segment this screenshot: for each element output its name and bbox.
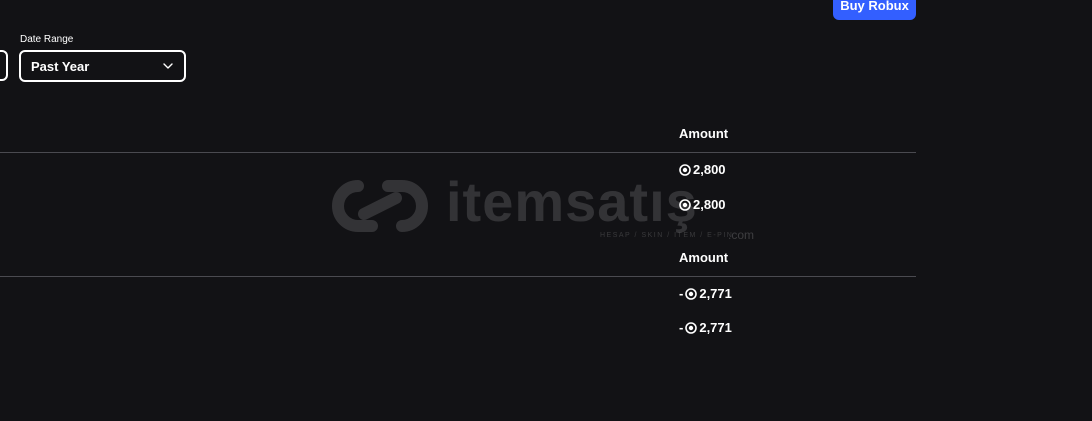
- table-row: 2,800: [679, 197, 726, 212]
- robux-icon: [679, 163, 691, 176]
- transaction-type-dropdown[interactable]: [0, 50, 8, 81]
- buy-robux-label: Buy Robux: [840, 0, 909, 13]
- transactions-page: Buy Robux Date Range Past Year itemsatış…: [0, 0, 1092, 421]
- robux-icon: [679, 198, 691, 211]
- amount-value: 2,771: [699, 320, 732, 335]
- amount-sign: -: [679, 320, 684, 335]
- table-row: 2,800: [679, 162, 726, 177]
- date-range-label: Date Range: [20, 34, 74, 45]
- amount-value: 2,771: [699, 286, 732, 301]
- amount-column-header: Amount: [679, 126, 729, 141]
- robux-icon: [685, 287, 698, 300]
- watermark-tagline: HESAP / SKIN / ITEM / E-PIN: [600, 232, 734, 239]
- watermark-brand: itemsatış: [446, 170, 698, 233]
- amount-sign: -: [679, 286, 684, 301]
- amount-column-header: Amount: [679, 250, 729, 265]
- amount-value: 2,800: [693, 162, 726, 177]
- chevron-down-icon: [163, 63, 173, 69]
- amount-value: 2,800: [693, 197, 726, 212]
- table-row: - 2,771: [679, 320, 732, 335]
- table-row: - 2,771: [679, 286, 732, 301]
- date-range-select[interactable]: Past Year: [19, 50, 186, 82]
- watermark-logo-icon: [332, 180, 428, 232]
- date-range-value: Past Year: [31, 58, 90, 74]
- watermark-domain: .com: [728, 228, 755, 242]
- table-divider: [0, 276, 916, 277]
- robux-icon: [685, 321, 698, 334]
- table-divider: [0, 152, 916, 153]
- buy-robux-button[interactable]: Buy Robux: [833, 0, 916, 20]
